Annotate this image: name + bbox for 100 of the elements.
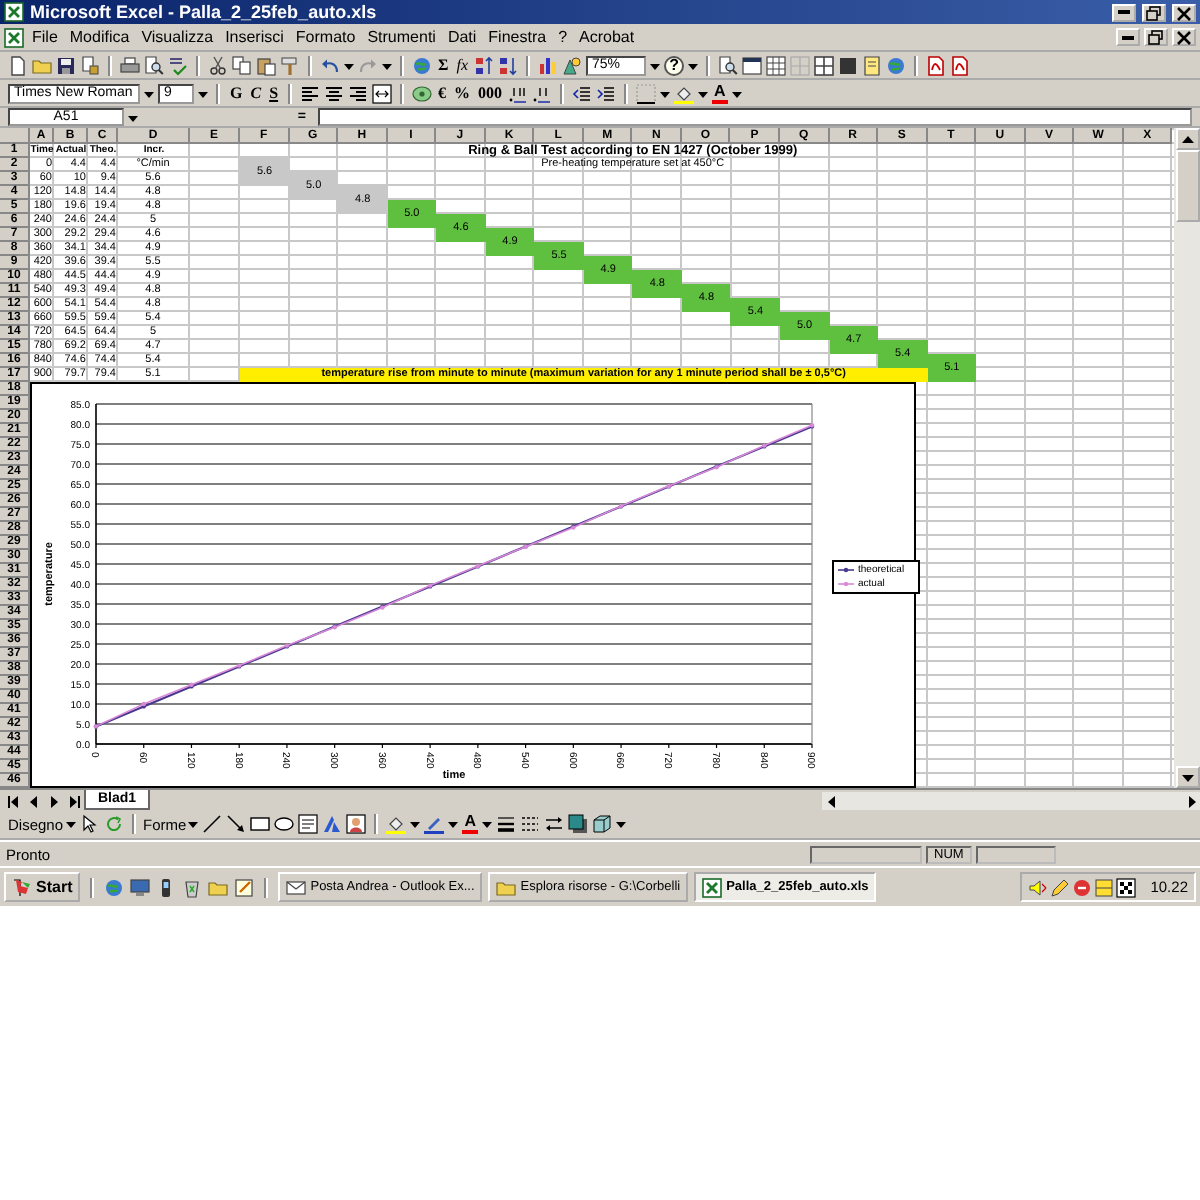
window-icon[interactable] <box>742 55 763 75</box>
toolbar-button[interactable]: 000 <box>476 83 505 103</box>
dash-style-icon[interactable] <box>519 814 540 834</box>
bin-icon[interactable] <box>182 877 203 897</box>
picture-icon[interactable] <box>346 814 367 834</box>
toolbar-button[interactable]: % <box>452 83 473 103</box>
formula-field[interactable] <box>318 108 1192 126</box>
font-color-button[interactable]: A <box>462 814 478 834</box>
start-button[interactable]: Start <box>4 872 81 902</box>
minimize-icon <box>1118 10 1130 14</box>
help-button[interactable]: ? <box>664 55 685 75</box>
rectangle-icon[interactable] <box>250 814 271 834</box>
outdent-icon[interactable] <box>572 83 593 103</box>
menu-item[interactable]: Formato <box>291 28 360 46</box>
bar-chart-icon[interactable] <box>538 55 559 75</box>
menu-item[interactable]: Finestra <box>484 28 551 46</box>
scissors-icon[interactable] <box>208 55 228 75</box>
align-left-icon[interactable] <box>300 83 321 103</box>
globe-icon[interactable] <box>412 55 432 75</box>
grid-icon[interactable] <box>766 55 787 75</box>
menu-item[interactable]: Visualizza <box>137 28 218 46</box>
pencil-icon[interactable] <box>1050 877 1071 897</box>
minimize-icon <box>1122 35 1134 39</box>
minimize-button[interactable] <box>1112 3 1136 21</box>
toolbar-button[interactable]: C <box>248 83 264 103</box>
pdf-icon[interactable] <box>926 55 947 75</box>
spreadsheet-icon[interactable] <box>4 27 24 47</box>
fill-bucket-icon[interactable] <box>674 83 695 103</box>
pen-icon[interactable] <box>424 814 445 834</box>
minus-circle-icon[interactable] <box>1072 877 1093 897</box>
close-button[interactable] <box>1172 3 1196 21</box>
arrow-style-icon[interactable] <box>543 814 564 834</box>
increase-decimals-icon[interactable] <box>508 83 529 103</box>
window-title: Microsoft Excel - Palla_2_25feb_auto.xls <box>30 2 379 22</box>
print-preview-icon[interactable] <box>144 55 164 75</box>
new-document-icon[interactable] <box>8 55 28 75</box>
menu-item[interactable]: Dati <box>443 28 481 46</box>
toolbar-button[interactable]: S <box>267 83 281 103</box>
print-preview-icon[interactable] <box>718 55 739 75</box>
menu-item[interactable]: ? <box>554 28 572 46</box>
last-sheet-icon[interactable] <box>64 791 82 809</box>
legend-swatch-icon <box>838 580 854 588</box>
square-icon[interactable] <box>838 55 859 75</box>
vertical-scrollbar[interactable] <box>1174 128 1200 788</box>
undo-icon[interactable] <box>320 55 340 75</box>
first-sheet-icon[interactable] <box>4 791 22 809</box>
minimize-button[interactable] <box>1116 28 1140 46</box>
shadow-icon[interactable] <box>567 814 588 834</box>
table-icon[interactable] <box>814 55 835 75</box>
fill-bucket-icon[interactable] <box>386 814 407 834</box>
sort-ascending-icon[interactable] <box>474 55 495 75</box>
restore-button[interactable] <box>1142 3 1166 21</box>
font-color-button[interactable]: A <box>712 83 728 103</box>
toolbar-button[interactable]: fx <box>454 55 471 75</box>
merge-cells-icon[interactable] <box>372 83 393 103</box>
sort-descending-icon[interactable] <box>498 55 519 75</box>
globe-icon[interactable] <box>886 55 907 75</box>
toolbar-button[interactable]: € <box>436 83 449 103</box>
menu-item[interactable]: Acrobat <box>575 28 639 46</box>
status-panel <box>975 845 1056 863</box>
toolbar-button[interactable]: G <box>228 83 245 103</box>
cube-icon[interactable] <box>591 814 612 834</box>
horizontal-scrollbar[interactable] <box>822 791 1200 809</box>
line-icon[interactable] <box>202 814 223 834</box>
align-center-icon[interactable] <box>324 83 345 103</box>
printer-icon[interactable] <box>120 55 140 75</box>
monitor-icon[interactable] <box>130 877 151 897</box>
clipboard-icon[interactable] <box>256 55 276 75</box>
menu-item[interactable]: Modifica <box>65 28 134 46</box>
globe-icon[interactable] <box>104 877 125 897</box>
text-box-icon[interactable] <box>298 814 319 834</box>
wordart-icon[interactable] <box>322 814 343 834</box>
oval-icon[interactable] <box>274 814 295 834</box>
copy-icon[interactable] <box>232 55 252 75</box>
menu-item[interactable]: File <box>28 28 62 46</box>
brush-icon[interactable] <box>280 55 300 75</box>
menu-item[interactable]: Inserisci <box>221 28 288 46</box>
speaker-icon[interactable] <box>1028 877 1049 897</box>
close-icon <box>1174 28 1194 46</box>
borders-icon[interactable] <box>636 83 657 103</box>
scroll-thumb[interactable] <box>1175 150 1199 222</box>
arrow-icon[interactable] <box>226 814 247 834</box>
pdf-icon[interactable] <box>950 55 971 75</box>
spell-check-icon[interactable] <box>168 55 188 75</box>
restore-button[interactable] <box>1144 28 1168 46</box>
line-weight-icon[interactable] <box>495 814 516 834</box>
envelope-icon[interactable] <box>286 877 307 897</box>
locked-document-icon[interactable] <box>80 55 100 75</box>
checkerboard-icon[interactable] <box>1116 877 1137 897</box>
indent-icon[interactable] <box>596 83 617 103</box>
shapes-icon[interactable] <box>562 55 583 75</box>
decrease-decimals-icon[interactable] <box>532 83 553 103</box>
legend-swatch-icon <box>838 566 854 574</box>
align-right-icon[interactable] <box>348 83 369 103</box>
spreadsheet-icon[interactable] <box>702 877 723 897</box>
notepad-icon[interactable] <box>234 877 255 897</box>
pointer-icon[interactable] <box>79 814 100 834</box>
menu-item[interactable]: Strumenti <box>363 28 440 46</box>
close-button[interactable] <box>1172 28 1196 46</box>
toolbar-button[interactable]: Σ <box>436 55 451 75</box>
